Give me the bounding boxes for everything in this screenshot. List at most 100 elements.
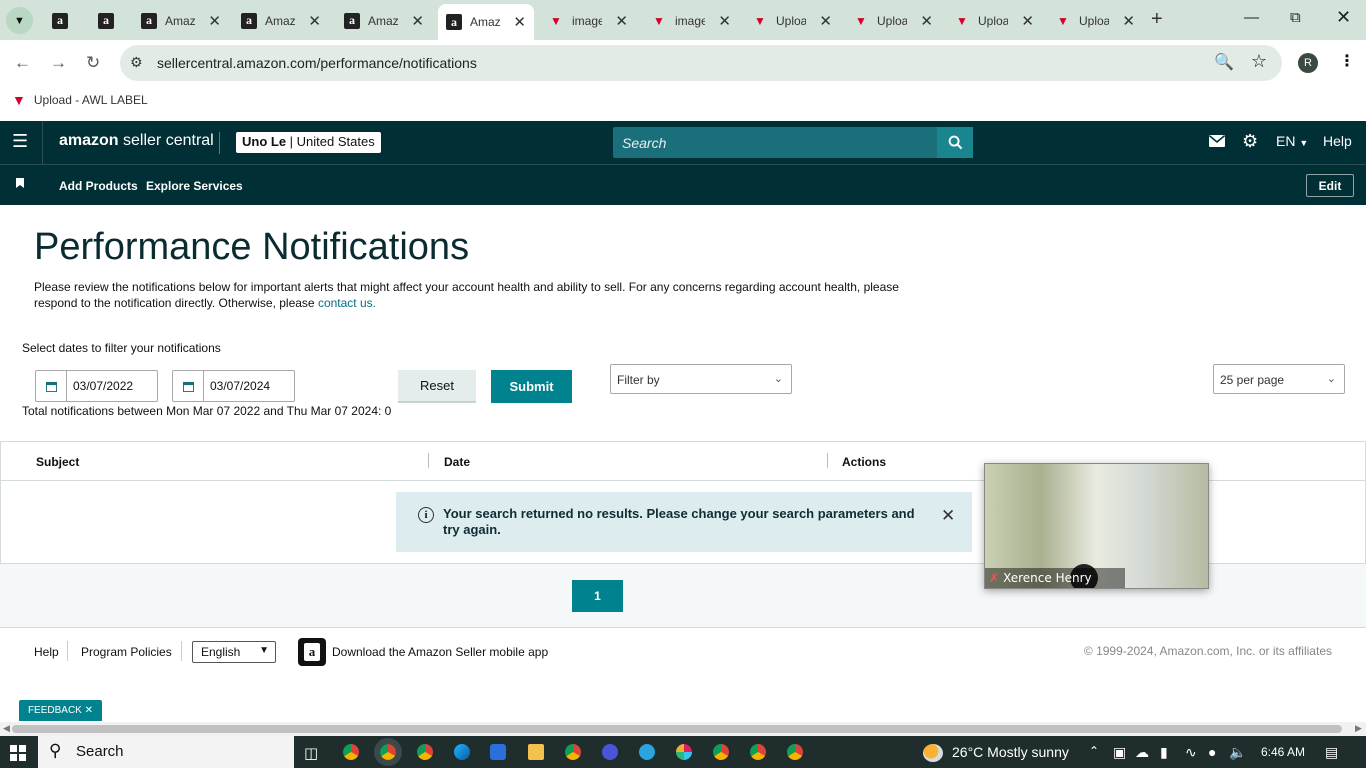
nav-explore-services[interactable]: Explore Services [146,179,243,193]
video-call-overlay[interactable]: ✗ Xerence Henry [984,463,1209,589]
bookmark-star-icon[interactable]: ☆ [1251,51,1267,72]
store-icon[interactable] [490,744,506,760]
footer-language-select[interactable]: English ▼ [192,641,276,663]
browser-tab[interactable]: a✕ [90,7,130,34]
chrome-icon[interactable] [787,744,803,760]
window-close-icon[interactable]: ✕ [1336,7,1351,28]
browser-tab[interactable]: a✕ [44,7,84,34]
tab-close-icon[interactable]: ✕ [76,12,84,30]
per-page-select[interactable]: 25 per page ⌄ [1213,364,1345,394]
browser-tab[interactable]: ▼ image ✕ [540,7,636,34]
browser-tab[interactable]: a Amaz ✕ [133,7,229,34]
tab-close-icon[interactable]: ✕ [507,13,526,31]
footer-program-policies-link[interactable]: Program Policies [81,645,172,659]
tab-search-chevron-icon[interactable]: ▼ [6,7,33,34]
meet-now-icon[interactable]: ▣ [1113,744,1126,761]
amazon-seller-app-icon[interactable]: a [298,638,326,666]
seller-central-logo[interactable]: amazon seller central [59,132,214,150]
chrome-icon[interactable] [417,744,433,760]
tab-close-icon[interactable]: ✕ [202,12,221,30]
weather-text[interactable]: 26°C Mostly sunny [952,744,1069,760]
browser-tab[interactable]: a Amaz ✕ [233,7,329,34]
new-tab-plus-icon[interactable]: + [1151,8,1163,31]
back-arrow-icon[interactable]: ← [14,53,31,73]
browser-tab[interactable]: a Amaz ✕ [438,4,534,40]
microphone-icon[interactable]: ● [1208,744,1216,760]
tab-close-icon[interactable]: ✕ [1015,12,1034,30]
end-date-input[interactable] [204,371,294,401]
start-date-input[interactable] [67,371,157,401]
reset-button[interactable]: Reset [398,370,476,403]
header-search-button[interactable] [937,127,973,158]
browser-menu-icon[interactable]: ⋮ [1339,51,1355,71]
browser-tab[interactable]: a Amaz ✕ [336,7,432,34]
zoom-app-icon[interactable] [602,744,618,760]
download-app-link[interactable]: Download the Amazon Seller mobile app [332,645,548,659]
scrollbar-thumb[interactable] [12,725,1342,733]
page-1-button[interactable]: 1 [572,580,623,612]
chevron-up-icon[interactable]: ⌃ [1089,744,1099,758]
submit-button[interactable]: Submit [491,370,572,403]
url-text[interactable]: sellercentral.amazon.com/performance/not… [157,55,477,71]
tab-close-icon[interactable]: ✕ [609,12,628,30]
file-explorer-icon[interactable] [528,744,544,760]
chrome-icon[interactable] [565,744,581,760]
scroll-left-icon[interactable]: ◀ [3,723,10,734]
speaker-icon[interactable]: 🔈 [1229,744,1246,761]
tab-close-icon[interactable]: ✕ [1116,12,1135,30]
header-search-input[interactable] [613,127,937,158]
language-dropdown[interactable]: EN ▼ [1276,133,1308,149]
telegram-icon[interactable] [639,744,655,760]
clock-time[interactable]: 6:46 AM [1261,745,1305,759]
chrome-icon[interactable] [374,738,402,766]
tab-close-icon[interactable]: ✕ [914,12,933,30]
close-icon[interactable]: ✕ [941,506,955,526]
mail-icon[interactable] [1208,134,1226,150]
tab-close-icon[interactable]: ✕ [813,12,832,30]
settings-gear-icon[interactable]: ⚙ [1242,131,1258,152]
battery-icon[interactable]: ▮ [1160,744,1168,761]
task-view-icon[interactable]: ◫ [304,744,318,762]
tab-close-icon[interactable]: ✕ [122,12,130,30]
tab-close-icon[interactable]: ✕ [302,12,321,30]
scroll-right-icon[interactable]: ▶ [1355,723,1362,734]
site-settings-icon[interactable]: ⚙ [130,54,143,71]
minimize-icon[interactable]: — [1244,9,1259,26]
hamburger-menu-icon[interactable]: ☰ [12,131,28,152]
bookmark-ribbon-icon[interactable] [16,178,24,188]
edge-icon[interactable] [454,744,470,760]
chrome-icon[interactable] [343,744,359,760]
slack-icon[interactable] [676,744,692,760]
help-link[interactable]: Help [1323,133,1352,149]
restore-icon[interactable]: ⧉ [1290,9,1301,26]
calendar-icon[interactable] [36,371,67,401]
column-date[interactable]: Date [444,455,470,469]
feedback-button[interactable]: FEEDBACK ✕ [19,700,102,721]
wifi-icon[interactable]: ∿ [1185,744,1197,761]
column-subject[interactable]: Subject [36,455,79,469]
browser-tab[interactable]: ▼ Uploa ✕ [744,7,840,34]
weather-sun-icon[interactable] [923,744,943,762]
close-icon[interactable]: ✕ [85,705,93,716]
browser-tab[interactable]: ▼ Uploa ✕ [845,7,941,34]
forward-arrow-icon[interactable]: → [50,53,67,73]
omnibox[interactable]: ⚙ sellercentral.amazon.com/performance/n… [120,45,1282,81]
tab-close-icon[interactable]: ✕ [712,12,731,30]
nav-add-products[interactable]: Add Products [59,179,138,193]
taskbar-search[interactable]: ⚲ Search [38,736,294,768]
browser-tab[interactable]: ▼ image ✕ [643,7,739,34]
zoom-icon[interactable]: 🔍 [1214,52,1234,72]
windows-start-icon[interactable] [10,745,26,761]
account-switcher[interactable]: Uno Le | United States [236,132,381,153]
chrome-icon[interactable] [750,744,766,760]
bookmark-upload-awl[interactable]: ▼ Upload - AWL LABEL [12,92,148,108]
tab-close-icon[interactable]: ✕ [405,12,424,30]
chrome-icon[interactable] [713,744,729,760]
browser-tab[interactable]: ▼ Uploa ✕ [946,7,1042,34]
profile-avatar[interactable]: R [1298,53,1318,73]
footer-help-link[interactable]: Help [34,645,59,659]
calendar-icon[interactable] [173,371,204,401]
edit-nav-button[interactable]: Edit [1306,174,1354,197]
browser-tab[interactable]: ▼ Uploa ✕ [1047,7,1143,34]
notifications-icon[interactable]: ▤ [1325,744,1338,761]
